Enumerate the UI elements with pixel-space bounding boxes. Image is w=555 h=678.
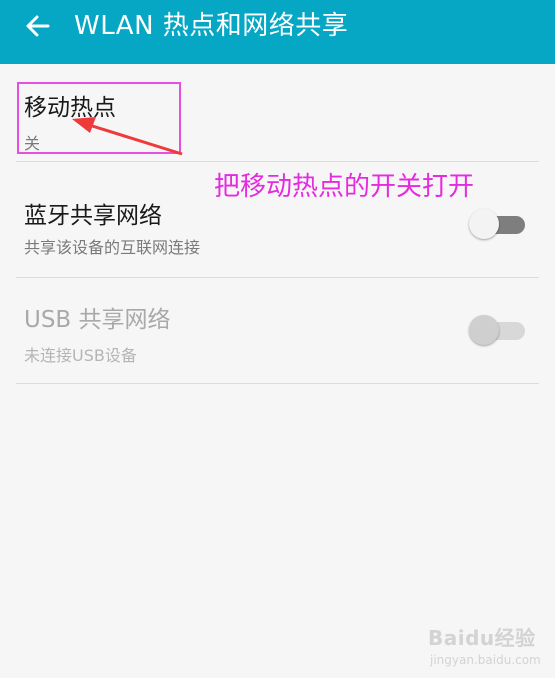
annotation-text: 把移动热点的开关打开	[214, 172, 475, 202]
page-title: WLAN 热点和网络共享	[74, 11, 349, 41]
switch-thumb	[469, 209, 499, 239]
setting-subtitle: 未连接USB设备	[24, 346, 137, 365]
setting-row-usb-tethering: USB 共享网络 未连接USB设备	[16, 278, 539, 384]
setting-title: 蓝牙共享网络	[24, 203, 162, 229]
watermark-brand: Baidu经验	[428, 626, 536, 650]
switch-thumb	[469, 315, 499, 345]
watermark-domain: jingyan.baidu.com	[430, 653, 541, 667]
arrow-left-icon	[26, 15, 50, 37]
usb-tethering-switch	[469, 313, 527, 349]
annotation-highlight-box	[17, 82, 181, 154]
setting-subtitle: 共享该设备的互联网连接	[24, 238, 201, 257]
app-bar: WLAN 热点和网络共享	[0, 0, 555, 64]
setting-title: USB 共享网络	[24, 307, 171, 333]
bluetooth-tethering-switch[interactable]	[469, 207, 527, 243]
baidu-watermark: Baidu经验 jingyan.baidu.com	[428, 622, 541, 667]
back-button[interactable]	[18, 6, 58, 46]
